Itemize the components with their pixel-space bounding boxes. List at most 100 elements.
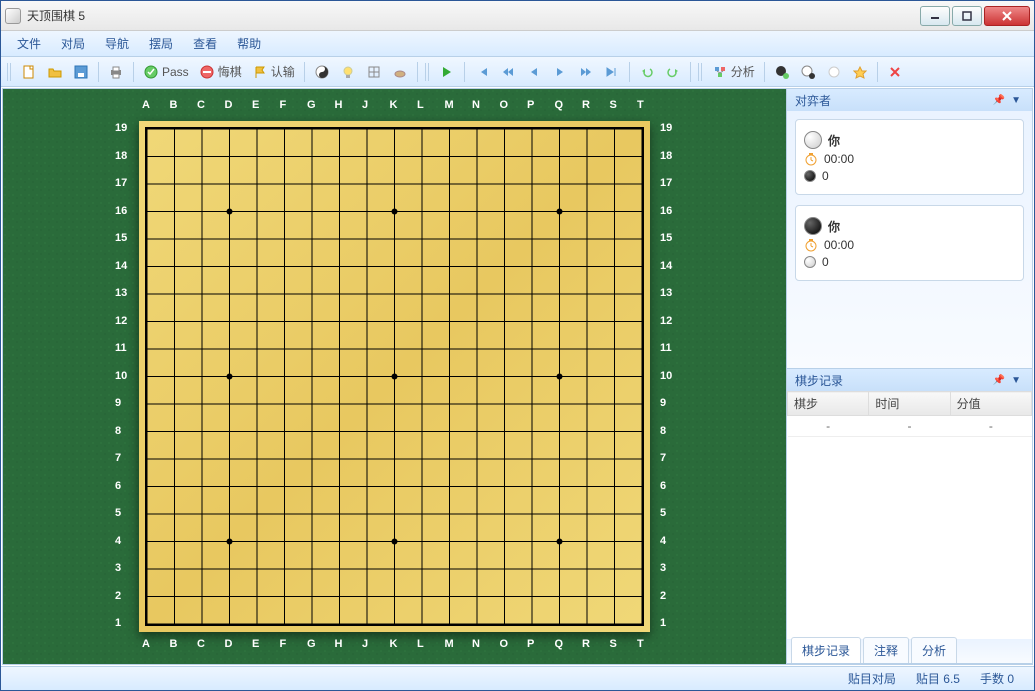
collapse-icon[interactable]: ▼ xyxy=(1008,375,1024,386)
go-board[interactable] xyxy=(139,121,650,632)
hint-button[interactable] xyxy=(336,61,360,83)
board-coord-row: 6 xyxy=(115,480,121,492)
last-icon xyxy=(604,64,620,80)
board-coord-row: 6 xyxy=(660,480,666,492)
window-controls xyxy=(918,6,1030,26)
next-button[interactable] xyxy=(548,61,572,83)
players-panel-header: 对弈者 📌 ▼ xyxy=(787,89,1032,111)
menu-view[interactable]: 查看 xyxy=(183,31,227,56)
board-coord-row: 15 xyxy=(660,232,672,244)
board-coord-row: 5 xyxy=(115,507,121,519)
analyze-button[interactable]: 分析 xyxy=(708,61,759,83)
analyze-icon xyxy=(712,64,728,80)
minimize-button[interactable] xyxy=(920,6,950,26)
board-coord-col: K xyxy=(390,638,398,650)
players-panel: 对弈者 📌 ▼ 你 00:00 0 你 00:00 0 xyxy=(787,89,1032,369)
board-coord-row: 9 xyxy=(660,397,666,409)
open-button[interactable] xyxy=(43,61,67,83)
board-coord-row: 10 xyxy=(660,370,672,382)
board-coord-col: A xyxy=(142,638,150,650)
delete-button[interactable] xyxy=(883,61,907,83)
bowl-button[interactable] xyxy=(388,61,412,83)
menu-setup[interactable]: 摆局 xyxy=(139,31,183,56)
moves-tabs: 棋步记录 注释 分析 xyxy=(787,639,1032,663)
menu-file[interactable]: 文件 xyxy=(7,31,51,56)
rewind-button[interactable] xyxy=(496,61,520,83)
tab-analyze[interactable]: 分析 xyxy=(911,637,957,663)
board-coord-col: D xyxy=(225,638,233,650)
board-coord-col: G xyxy=(307,638,316,650)
last-button[interactable] xyxy=(600,61,624,83)
save-icon xyxy=(73,64,89,80)
mark-button[interactable] xyxy=(848,61,872,83)
board-coord-row: 2 xyxy=(115,590,121,602)
board-coord-col: N xyxy=(472,99,480,111)
board-coord-col: E xyxy=(252,638,259,650)
toolbar-grip[interactable] xyxy=(7,63,13,81)
separator xyxy=(417,62,418,82)
clock-icon xyxy=(804,238,818,252)
board-coord-row: 14 xyxy=(660,260,672,272)
folder-open-icon xyxy=(47,64,63,80)
first-button[interactable] xyxy=(470,61,494,83)
board-coord-row: 16 xyxy=(115,205,127,217)
table-row[interactable]: - - - xyxy=(788,416,1032,437)
white-stone-button[interactable] xyxy=(796,61,820,83)
toggle-stone-button[interactable] xyxy=(310,61,334,83)
separator xyxy=(629,62,630,82)
new-button[interactable] xyxy=(17,61,41,83)
undo-button[interactable]: 悔棋 xyxy=(195,61,246,83)
pin-icon[interactable]: 📌 xyxy=(990,95,1008,106)
board-coord-col: Q xyxy=(555,638,564,650)
pass-button[interactable]: Pass xyxy=(139,61,193,83)
menu-help[interactable]: 帮助 xyxy=(227,31,271,56)
undo-label: 悔棋 xyxy=(218,63,242,80)
black-stone-button[interactable] xyxy=(770,61,794,83)
print-icon xyxy=(108,64,124,80)
pin-icon[interactable]: 📌 xyxy=(990,375,1008,386)
separator xyxy=(464,62,465,82)
board-coord-col: M xyxy=(445,638,454,650)
separator xyxy=(133,62,134,82)
white-stone-add-icon xyxy=(800,64,816,80)
forward-icon xyxy=(578,64,594,80)
play-button[interactable] xyxy=(435,61,459,83)
window-title: 天顶围棋 5 xyxy=(27,7,918,24)
black-stone-icon xyxy=(804,217,822,235)
moves-panel-header: 棋步记录 📌 ▼ xyxy=(787,369,1032,391)
prev-button[interactable] xyxy=(522,61,546,83)
board-coord-col: G xyxy=(307,99,316,111)
board-coord-row: 17 xyxy=(660,177,672,189)
board-coord-row: 3 xyxy=(115,562,121,574)
board-coord-col: D xyxy=(225,99,233,111)
col-score[interactable]: 分值 xyxy=(950,392,1031,416)
black-player-box: 你 00:00 0 xyxy=(795,205,1024,281)
app-window: 天顶围棋 5 文件 对局 导航 摆局 查看 帮助 Pass 悔棋 认输 xyxy=(0,0,1035,691)
redo-arrow-button[interactable] xyxy=(661,61,685,83)
board-coord-col: H xyxy=(335,638,343,650)
undo-arrow-button[interactable] xyxy=(635,61,659,83)
collapse-icon[interactable]: ▼ xyxy=(1008,95,1024,106)
menu-game[interactable]: 对局 xyxy=(51,31,95,56)
tab-comment[interactable]: 注释 xyxy=(863,637,909,663)
toolbar-grip[interactable] xyxy=(698,63,704,81)
forward-button[interactable] xyxy=(574,61,598,83)
print-button[interactable] xyxy=(104,61,128,83)
board-coord-row: 9 xyxy=(115,397,121,409)
col-move[interactable]: 棋步 xyxy=(788,392,869,416)
toolbar-grip[interactable] xyxy=(425,63,431,81)
board-coord-col: H xyxy=(335,99,343,111)
menu-nav[interactable]: 导航 xyxy=(95,31,139,56)
board-coord-col: S xyxy=(610,99,617,111)
close-button[interactable] xyxy=(984,6,1030,26)
content-area: AA1919BB1818CC1717DD1616EE1515FF1414GG13… xyxy=(2,88,1033,665)
tab-record[interactable]: 棋步记录 xyxy=(791,637,861,663)
col-time[interactable]: 时间 xyxy=(869,392,950,416)
black-player-name: 你 xyxy=(828,218,840,235)
save-button[interactable] xyxy=(69,61,93,83)
erase-button[interactable] xyxy=(822,61,846,83)
maximize-button[interactable] xyxy=(952,6,982,26)
territory-button[interactable] xyxy=(362,61,386,83)
check-circle-icon xyxy=(143,64,159,80)
resign-button[interactable]: 认输 xyxy=(248,61,299,83)
